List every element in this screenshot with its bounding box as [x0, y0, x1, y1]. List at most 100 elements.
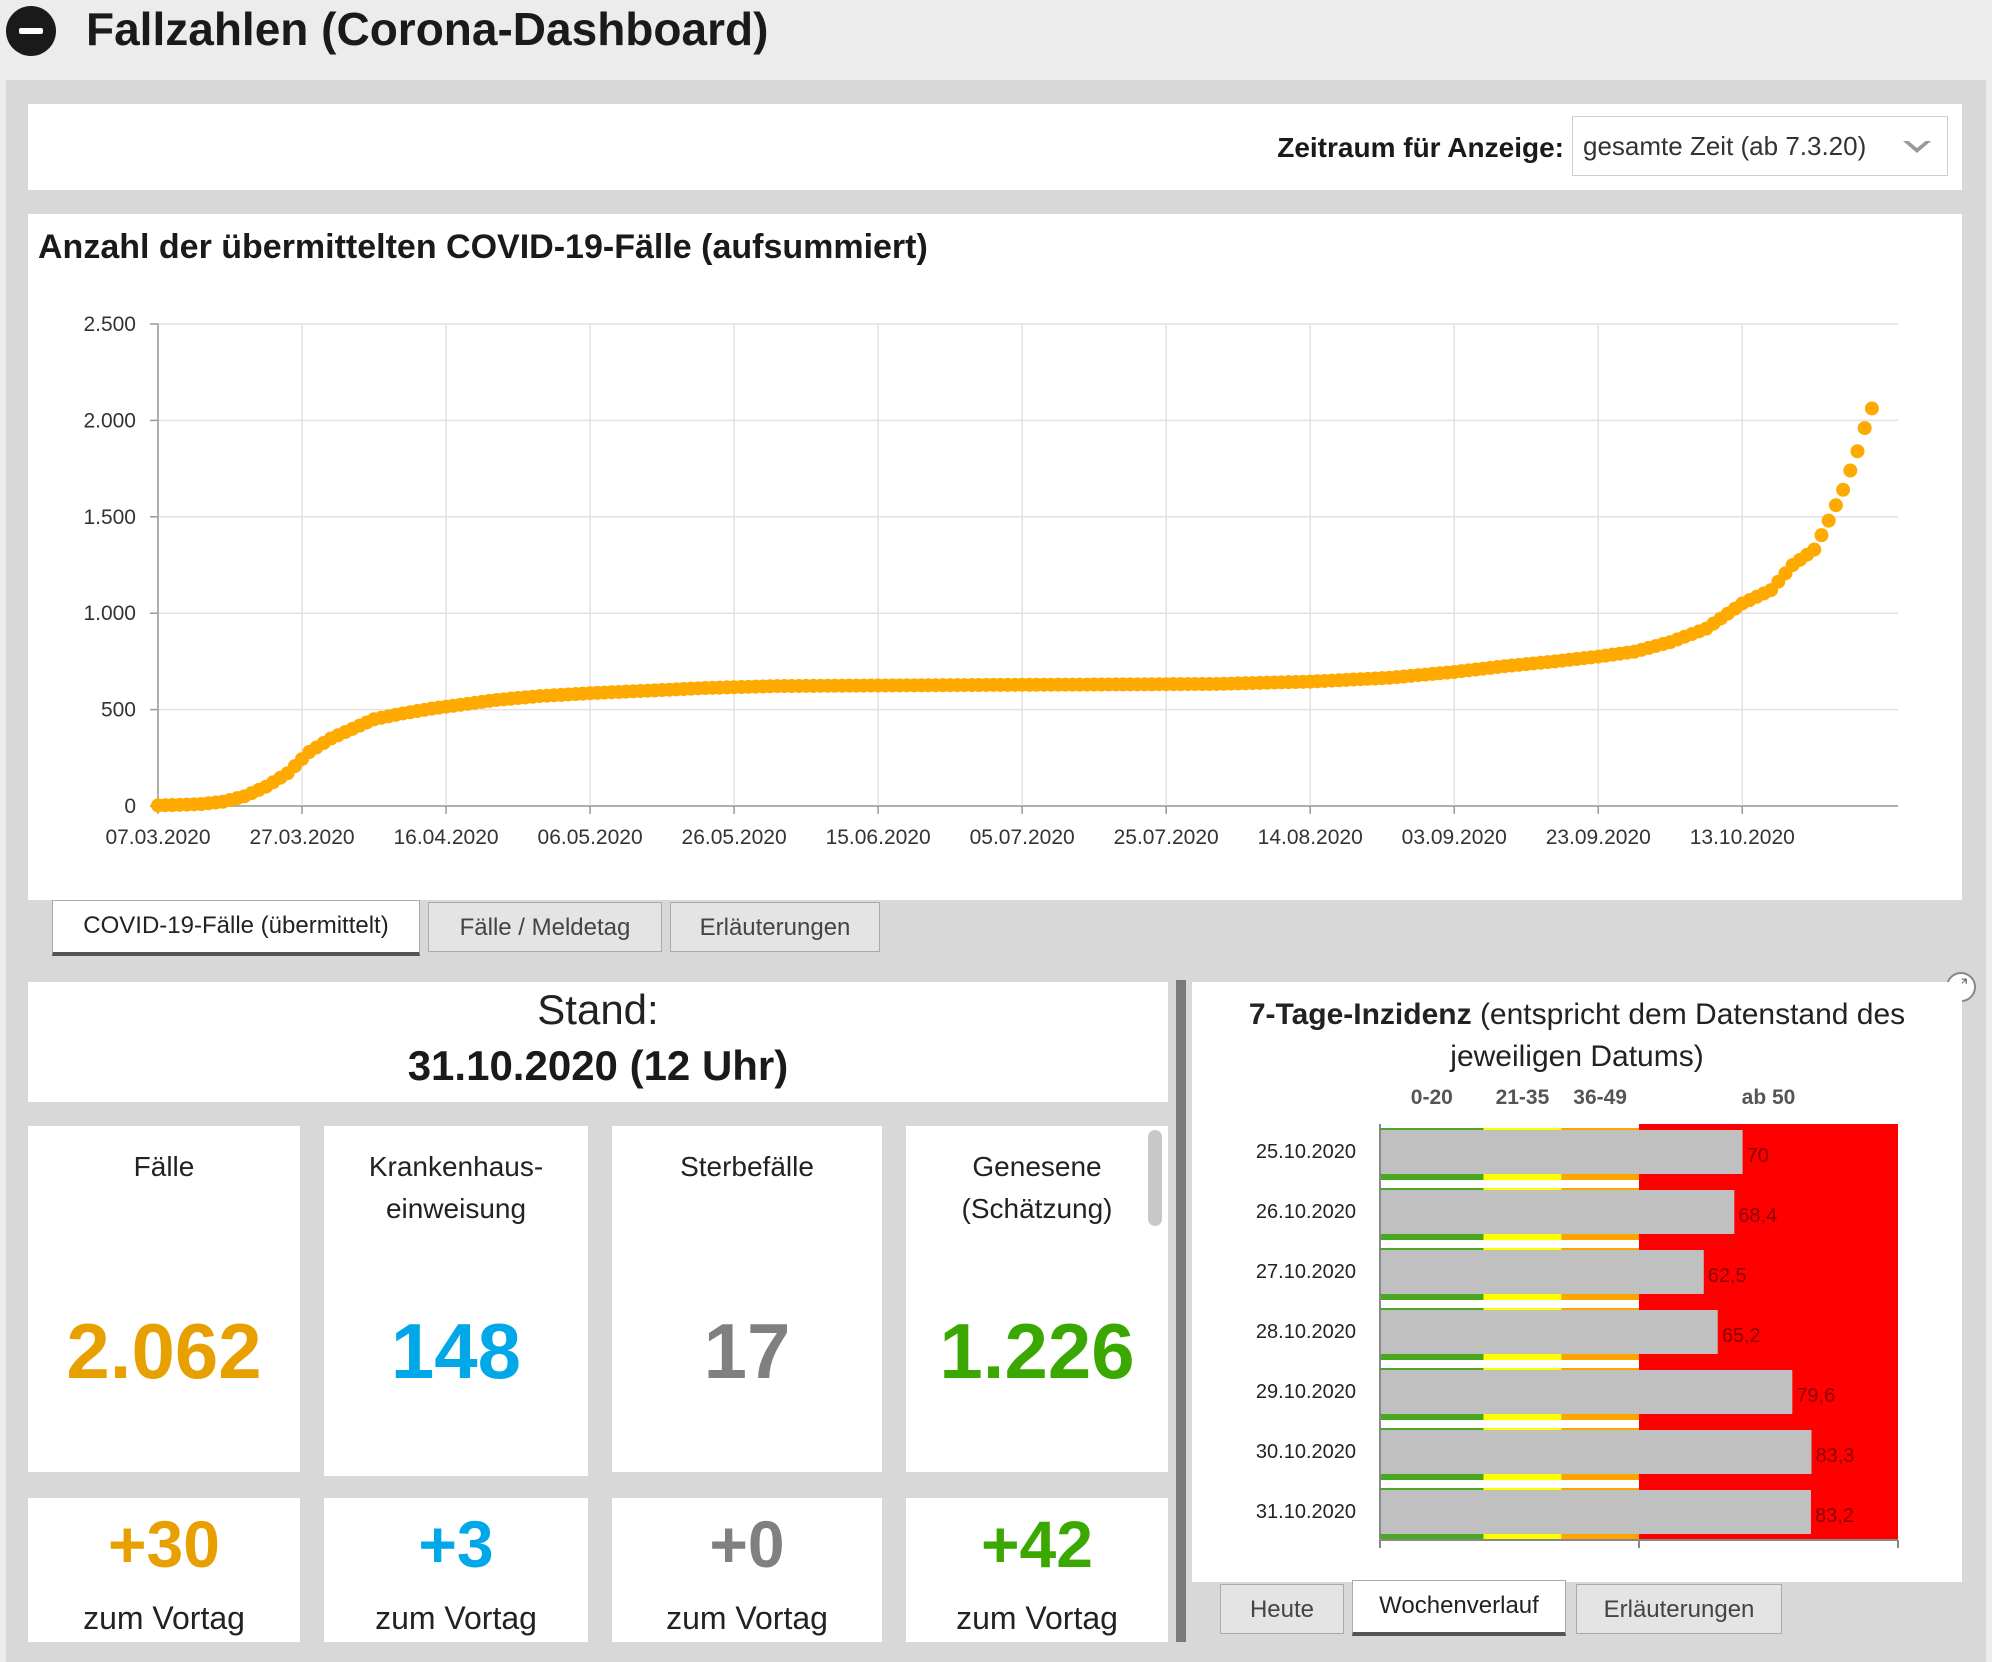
x-tick-label: 06.05.2020	[538, 826, 643, 849]
incidence-value-label: 83,2	[1815, 1505, 1854, 1527]
x-tick-label: 05.07.2020	[970, 826, 1075, 849]
stand-date: 31.10.2020 (12 Uhr)	[407, 1042, 789, 1089]
band-label: 21-35	[1496, 1086, 1550, 1109]
tab-today[interactable]: Heute	[1220, 1584, 1344, 1634]
stand-label: Stand:	[537, 986, 659, 1033]
hospital-delta-value: +3	[418, 1507, 494, 1581]
y-tick-label: 2.000	[83, 409, 136, 432]
x-tick-label: 27.03.2020	[249, 826, 354, 849]
incidence-panel: 7-Tage-Inzidenz (entspricht dem Datensta…	[1192, 982, 1962, 1582]
date-label: 28.10.2020	[1256, 1321, 1356, 1343]
y-tick-label: 2.500	[83, 313, 136, 336]
collapse-icon[interactable]	[6, 6, 56, 56]
incidence-bar[interactable]	[1380, 1250, 1704, 1294]
data-point[interactable]	[1814, 528, 1829, 543]
incidence-bar[interactable]	[1380, 1490, 1811, 1534]
deaths-delta-label: zum Vortag	[666, 1600, 828, 1636]
tab-incidence-explanations[interactable]: Erläuterungen	[1576, 1584, 1782, 1634]
card-cases-title: Fälle	[133, 1151, 195, 1182]
y-tick-label: 500	[101, 699, 136, 722]
incidence-value-label: 79,6	[1796, 1385, 1835, 1407]
cases-chart: 0 500 1.000 1.500 2.000 2.500 07.03.2020 27.03.…	[83, 313, 1898, 849]
x-tick-label: 16.04.2020	[393, 826, 498, 849]
time-filter-panel: Zeitraum für Anzeige: gesamte Zeit (ab 7…	[28, 104, 1962, 190]
stand-panel: Stand: 31.10.2020 (12 Uhr)	[28, 982, 1168, 1102]
tab-covid-cases[interactable]: COVID-19-Fälle (übermittelt)	[52, 900, 420, 956]
card-deaths: Sterbefälle 17	[612, 1126, 882, 1472]
incidence-value-label: 70	[1747, 1145, 1769, 1167]
data-point[interactable]	[1864, 401, 1879, 416]
incidence-value-label: 83,3	[1815, 1445, 1854, 1467]
incidence-bar[interactable]	[1380, 1190, 1735, 1234]
date-label: 30.10.2020	[1256, 1441, 1356, 1463]
card-recovered-delta: +42 zum Vortag	[906, 1498, 1168, 1642]
card-hospital-delta: +3 zum Vortag	[324, 1498, 588, 1642]
data-point[interactable]	[1828, 498, 1843, 513]
card-hospital-value: 148	[390, 1307, 522, 1395]
date-label: 29.10.2020	[1256, 1381, 1356, 1403]
incidence-value-label: 65,2	[1722, 1325, 1761, 1347]
time-range-value: gesamte Zeit (ab 7.3.20)	[1583, 131, 1867, 161]
date-label: 25.10.2020	[1256, 1141, 1356, 1163]
card-recovered: Genesene (Schätzung) 1.226	[906, 1126, 1168, 1472]
card-deaths-delta: +0 zum Vortag	[612, 1498, 882, 1642]
incidence-bar[interactable]	[1380, 1130, 1743, 1174]
date-label: 26.10.2020	[1256, 1201, 1356, 1223]
card-deaths-value: 17	[703, 1307, 791, 1395]
x-tick-label: 14.08.2020	[1258, 826, 1363, 849]
x-tick-label: 15.06.2020	[826, 826, 931, 849]
data-point[interactable]	[1821, 513, 1836, 528]
card-cases: Fälle 2.062	[28, 1126, 300, 1472]
card-cases-delta: +30 zum Vortag	[28, 1498, 300, 1642]
recovered-delta-label: zum Vortag	[956, 1600, 1118, 1636]
time-range-select[interactable]: gesamte Zeit (ab 7.3.20)	[1572, 116, 1948, 176]
incidence-bar[interactable]	[1380, 1370, 1793, 1414]
panel-divider[interactable]	[1176, 980, 1186, 1642]
data-point[interactable]	[1843, 463, 1858, 478]
card-hospital: Krankenhaus- einweisung 148	[324, 1126, 588, 1476]
y-tick-label: 0	[124, 795, 136, 818]
y-tick-label: 1.500	[83, 506, 136, 529]
incidence-tabbar: Heute Wochenverlauf Erläuterungen	[1192, 1580, 1962, 1636]
card-recovered-value: 1.226	[939, 1307, 1135, 1395]
band-label: 36-49	[1573, 1086, 1627, 1109]
incidence-chart: 0-20 21-35 36-49 ab 50 25.10.2020 70 26.10.202…	[1256, 1086, 1899, 1548]
band-label: 0-20	[1411, 1086, 1453, 1109]
card-cases-value: 2.062	[66, 1307, 262, 1395]
tab-cases-per-day[interactable]: Fälle / Meldetag	[428, 902, 662, 952]
cases-delta-value: +30	[108, 1507, 220, 1581]
x-tick-label: 13.10.2020	[1690, 826, 1795, 849]
cases-chart-panel: Anzahl der übermittelten COVID-19-Fälle …	[28, 214, 1962, 900]
cases-delta-label: zum Vortag	[83, 1600, 245, 1636]
x-tick-label: 03.09.2020	[1402, 826, 1507, 849]
chart-tabbar: COVID-19-Fälle (übermittelt) Fälle / Mel…	[28, 900, 1962, 956]
x-tick-label: 25.07.2020	[1114, 826, 1219, 849]
band-label: ab 50	[1742, 1086, 1796, 1109]
data-point[interactable]	[1836, 482, 1851, 497]
data-point[interactable]	[1850, 444, 1865, 459]
incidence-bar[interactable]	[1380, 1310, 1718, 1354]
x-tick-label: 26.05.2020	[682, 826, 787, 849]
y-tick-label: 1.000	[83, 602, 136, 625]
recovered-delta-value: +42	[981, 1507, 1093, 1581]
card-recovered-title: Genesene (Schätzung)	[961, 1151, 1113, 1224]
page-header: Fallzahlen (Corona-Dashboard)	[0, 0, 1992, 80]
incidence-bar[interactable]	[1380, 1430, 1812, 1474]
card-deaths-title: Sterbefälle	[680, 1151, 814, 1182]
date-label: 31.10.2020	[1256, 1501, 1356, 1523]
data-point[interactable]	[1857, 421, 1872, 436]
cards-scrollbar[interactable]	[1148, 1130, 1162, 1226]
hospital-delta-label: zum Vortag	[375, 1600, 537, 1636]
x-tick-label: 07.03.2020	[105, 826, 210, 849]
deaths-delta-value: +0	[709, 1507, 785, 1581]
page-title: Fallzahlen (Corona-Dashboard)	[86, 3, 769, 55]
time-filter-label: Zeitraum für Anzeige:	[1277, 132, 1564, 163]
card-hospital-title: Krankenhaus- einweisung	[368, 1151, 544, 1224]
incidence-value-label: 62,5	[1708, 1265, 1747, 1287]
x-tick-label: 23.09.2020	[1546, 826, 1651, 849]
data-point[interactable]	[1807, 542, 1822, 557]
chevron-down-icon	[1903, 139, 1931, 153]
tab-explanations[interactable]: Erläuterungen	[670, 902, 880, 952]
incidence-value-label: 68,4	[1738, 1205, 1777, 1227]
tab-weekly[interactable]: Wochenverlauf	[1352, 1580, 1566, 1636]
